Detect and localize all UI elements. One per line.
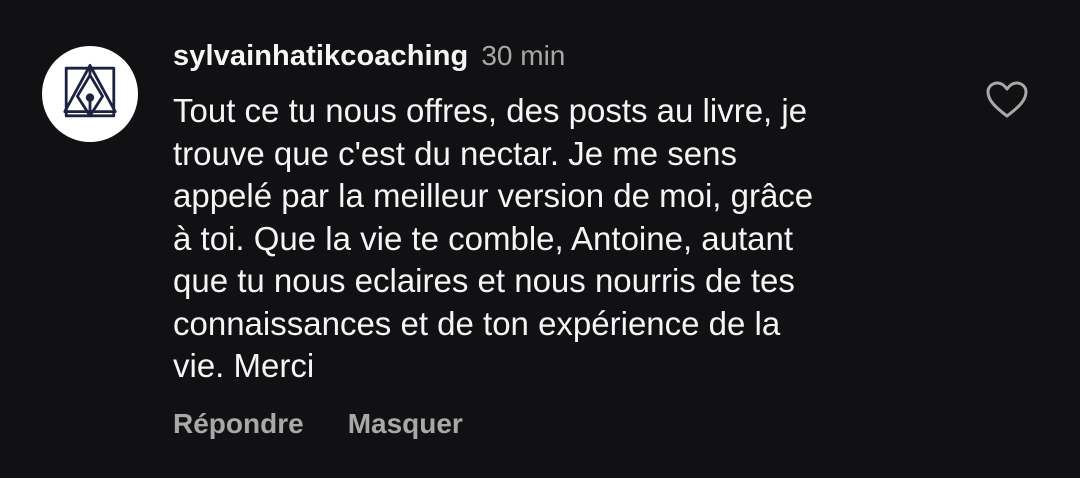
pen-nib-logo-icon — [55, 57, 125, 132]
comment-content: sylvainhatikcoaching 30 min Tout ce tu n… — [173, 40, 953, 440]
comment-actions: Répondre Masquer — [173, 408, 953, 440]
like-button[interactable] — [985, 80, 1029, 120]
comment-text: Tout ce tu nous offres, des posts au liv… — [173, 92, 814, 384]
comment-item: sylvainhatikcoaching 30 min Tout ce tu n… — [0, 0, 1080, 478]
username-link[interactable]: sylvainhatikcoaching — [173, 40, 468, 73]
comment-header: sylvainhatikcoaching 30 min — [173, 40, 953, 80]
timestamp: 30 min — [481, 40, 566, 71]
avatar[interactable] — [42, 46, 138, 142]
reply-button[interactable]: Répondre — [173, 408, 304, 440]
hide-button[interactable]: Masquer — [348, 408, 463, 440]
heart-outline-icon — [985, 81, 1029, 124]
